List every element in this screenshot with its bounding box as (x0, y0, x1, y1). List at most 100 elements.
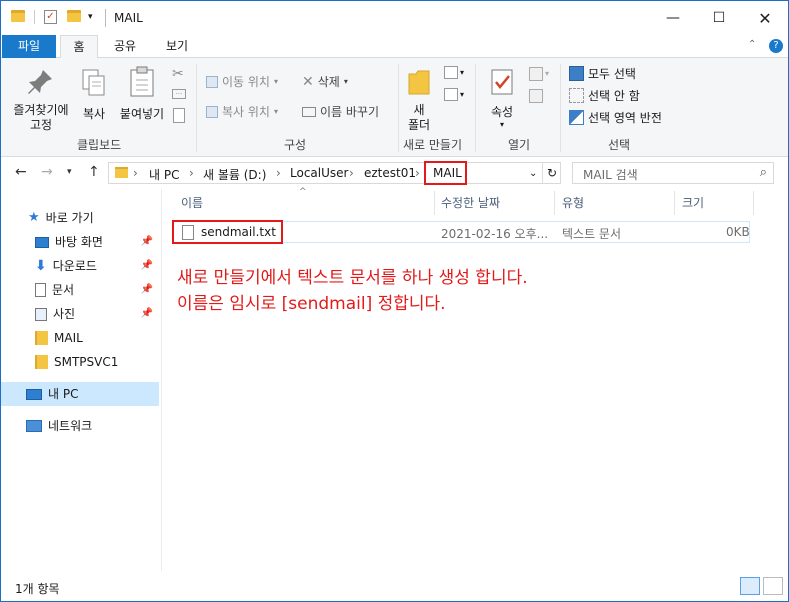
annotation-line-2: 이름은 임시로 [sendmail] 정합니다. (177, 294, 446, 314)
nav-item-documents[interactable]: 문서 📌 (35, 278, 159, 302)
folder-icon (11, 10, 25, 22)
properties-button[interactable]: 속성 ▾ (485, 68, 519, 129)
invert-selection-label: 선택 영역 반전 (588, 111, 662, 125)
open-icon[interactable] (529, 67, 543, 81)
window-title: MAIL (114, 11, 143, 25)
breadcrumb-localuser[interactable]: LocalUser (290, 166, 348, 180)
forward-button[interactable]: → (41, 164, 53, 180)
nav-network[interactable]: 네트워크 (26, 414, 92, 438)
copy-to-button[interactable]: 복사 위치 ▾ (206, 103, 278, 120)
help-icon[interactable]: ? (769, 39, 783, 53)
nav-item-downloads[interactable]: ⬇ 다운로드 📌 (35, 254, 159, 278)
cut-icon[interactable]: ✂ (172, 66, 184, 82)
nav-quick-access[interactable]: ★ 바로 가기 (28, 206, 94, 230)
details-view-icon[interactable] (740, 577, 760, 595)
navigation-bar: ← → ▾ ↑ › 내 PC › 새 볼륨 (D:) › LocalUser ›… (1, 157, 788, 189)
tab-home[interactable]: 홈 (60, 35, 98, 59)
back-button[interactable]: ← (15, 164, 27, 180)
customize-quick-access-icon[interactable]: ▾ (88, 12, 93, 22)
divider (398, 64, 399, 152)
column-header-size[interactable]: 크기 (682, 189, 704, 215)
column-header-modified[interactable]: 수정한 날짜 (441, 189, 500, 215)
file-size: 0KB (726, 225, 750, 239)
close-button[interactable]: ✕ (742, 1, 788, 35)
nav-item-mail[interactable]: MAIL (35, 326, 83, 350)
nav-item-pictures[interactable]: 사진 📌 (35, 302, 159, 326)
maximize-button[interactable]: ☐ (696, 1, 742, 35)
address-dropdown-icon[interactable]: ⌄ (529, 168, 537, 179)
delete-button[interactable]: ✕ 삭제 ▾ (302, 73, 348, 90)
nav-this-pc[interactable]: 내 PC (26, 382, 78, 406)
star-icon: ★ (28, 210, 40, 225)
copy-to-icon (206, 105, 218, 118)
divider (34, 10, 35, 24)
select-all-button[interactable]: 모두 선택 (569, 65, 636, 82)
breadcrumb-this-pc[interactable]: 내 PC (149, 166, 179, 183)
paste-icon (130, 66, 154, 97)
new-folder-button[interactable]: 새 폴더 (404, 66, 434, 133)
dropdown-arrow-icon[interactable]: ▾ (460, 90, 464, 99)
rename-button[interactable]: 이름 바꾸기 (302, 103, 379, 120)
move-to-button[interactable]: 이동 위치 ▾ (206, 73, 278, 90)
search-icon: ⌕ (759, 165, 767, 180)
new-folder-icon[interactable] (67, 10, 81, 22)
tab-view[interactable]: 보기 (154, 35, 200, 58)
pin-icon: 📌 (140, 284, 153, 295)
divider[interactable] (674, 191, 675, 215)
nav-selected-highlight (1, 382, 159, 406)
search-input[interactable]: MAIL 검색 (583, 166, 638, 183)
recent-locations-dropdown[interactable]: ▾ (67, 167, 72, 177)
folder-icon (35, 331, 48, 345)
divider (542, 163, 543, 183)
breadcrumb-eztest01[interactable]: eztest01 (364, 166, 416, 180)
nav-item-desktop[interactable]: 바탕 화면 📌 (35, 230, 159, 254)
edit-icon[interactable] (529, 89, 543, 103)
breadcrumb-separator: › (276, 166, 281, 180)
pin-quick-access-button[interactable]: 즐겨찾기에 고정 (7, 68, 75, 133)
divider[interactable] (434, 191, 435, 215)
computer-icon (26, 388, 42, 400)
breadcrumb-separator: › (189, 166, 194, 180)
pin-icon (28, 70, 52, 94)
minimize-button[interactable]: — (650, 1, 696, 35)
select-none-icon (569, 88, 584, 103)
document-icon (35, 283, 46, 297)
search-box[interactable]: MAIL 검색 ⌕ (572, 162, 774, 184)
dropdown-arrow-icon: ▾ (499, 120, 504, 129)
refresh-icon[interactable]: ↻ (547, 166, 557, 180)
select-none-button[interactable]: 선택 안 함 (569, 87, 640, 104)
divider[interactable] (753, 191, 754, 215)
dropdown-arrow-icon[interactable]: ▾ (460, 68, 464, 77)
copy-icon (82, 69, 105, 96)
copy-path-icon[interactable]: ··· (172, 89, 186, 99)
paste-shortcut-icon[interactable] (173, 108, 185, 123)
tab-share[interactable]: 공유 (102, 35, 148, 58)
pin-icon: 📌 (140, 236, 153, 247)
breadcrumb-volume-d[interactable]: 새 볼륨 (D:) (203, 166, 266, 183)
new-item-icon[interactable] (444, 66, 458, 79)
folder-icon (35, 355, 48, 369)
invert-selection-button[interactable]: 선택 영역 반전 (569, 109, 662, 126)
copy-button[interactable]: 복사 (79, 68, 109, 122)
expand-ribbon-icon[interactable]: ⌃ (748, 39, 762, 53)
address-bar[interactable]: › 내 PC › 새 볼륨 (D:) › LocalUser › eztest0… (108, 161, 561, 185)
large-icons-view-icon[interactable] (763, 577, 783, 595)
column-header-name[interactable]: 이름 (181, 189, 203, 215)
move-to-icon (206, 75, 218, 88)
ribbon-tabs: 파일 홈 공유 보기 ⌃ ? (1, 35, 788, 59)
divider[interactable] (554, 191, 555, 215)
properties-check-icon[interactable]: ✓ (44, 10, 57, 24)
dropdown-arrow-icon[interactable]: ▾ (545, 69, 549, 78)
column-header-type[interactable]: 유형 (562, 189, 584, 215)
navigation-pane: ★ 바로 가기 바탕 화면 📌 ⬇ 다운로드 📌 문서 📌 사진 📌 MAIL (1, 189, 161, 571)
up-button[interactable]: ↑ (88, 164, 100, 180)
pictures-icon (35, 307, 47, 321)
new-group-label: 새로 만들기 (403, 138, 463, 152)
easy-access-icon[interactable] (444, 88, 458, 101)
organize-group-label: 구성 (284, 138, 307, 152)
tab-file[interactable]: 파일 (2, 35, 56, 58)
sort-arrow-icon: ^ (299, 187, 307, 197)
paste-button[interactable]: 붙여넣기 (117, 66, 167, 122)
nav-item-smtpsvc1[interactable]: SMTPSVC1 (35, 350, 118, 374)
nav-network-label: 네트워크 (48, 419, 93, 433)
